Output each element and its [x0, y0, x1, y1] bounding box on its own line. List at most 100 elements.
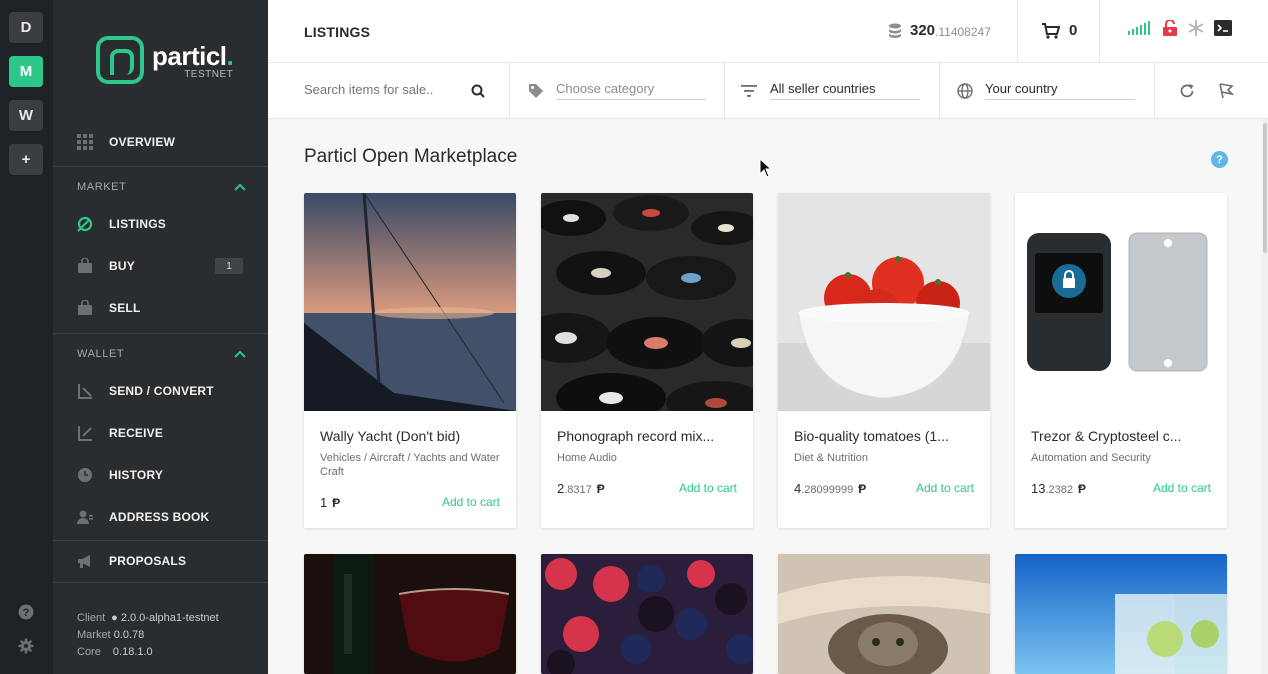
- your-country-filter[interactable]: Your country: [940, 63, 1155, 119]
- add-to-cart-button[interactable]: Add to cart: [916, 481, 974, 495]
- add-to-cart-button[interactable]: Add to cart: [679, 481, 737, 495]
- logo-name: particl: [152, 40, 227, 71]
- listing-image: [304, 193, 516, 411]
- listing-card[interactable]: Trezor & Cryptosteel c... Automation and…: [1015, 193, 1227, 528]
- signal-strength-icon[interactable]: [1128, 21, 1152, 35]
- status-icons: [1128, 20, 1232, 36]
- search-icon[interactable]: [471, 84, 485, 98]
- listing-card[interactable]: [304, 554, 516, 674]
- listing-image: [541, 193, 753, 411]
- listing-title[interactable]: Bio-quality tomatoes (1...: [794, 428, 980, 444]
- listing-card[interactable]: Wally Yacht (Don't bid) Vehicles / Aircr…: [304, 193, 516, 528]
- chevron-up-icon[interactable]: [233, 349, 247, 359]
- balance-integer: 320: [910, 22, 936, 39]
- add-wallet-button[interactable]: +: [9, 144, 43, 175]
- particl-logo: particl. TESTNET: [96, 36, 234, 84]
- bag-icon: [78, 300, 92, 315]
- listing-image: [778, 193, 990, 411]
- client-version: Client ● 2.0.0-alpha1-testnet: [77, 612, 219, 624]
- scroll-thumb[interactable]: [1263, 123, 1267, 253]
- listing-card[interactable]: [541, 554, 753, 674]
- category-placeholder: Choose category: [556, 81, 655, 96]
- sidebar-item-send[interactable]: SEND / CONVERT: [53, 371, 268, 411]
- grid-icon: [77, 134, 93, 150]
- scrollbar[interactable]: [1262, 119, 1268, 674]
- listing-card[interactable]: Bio-quality tomatoes (1... Diet & Nutrit…: [778, 193, 990, 528]
- console-icon[interactable]: [1214, 20, 1232, 36]
- wallet-switch-w[interactable]: W: [9, 100, 43, 131]
- listing-price: 1Ᵽ: [320, 495, 341, 510]
- sidebar-item-receive[interactable]: RECEIVE: [53, 413, 268, 453]
- unlocked-icon[interactable]: [1162, 20, 1178, 36]
- listing-title[interactable]: Trezor & Cryptosteel c...: [1031, 428, 1217, 444]
- seller-country-value: All seller countries: [770, 81, 876, 96]
- send-icon: [78, 384, 92, 399]
- divider: [53, 166, 268, 167]
- sidebar-item-label: ADDRESS BOOK: [109, 510, 210, 524]
- cart-button[interactable]: 0: [1042, 22, 1077, 39]
- help-icon[interactable]: ?: [1211, 151, 1228, 168]
- globe-icon: [957, 83, 973, 99]
- wallet-balance[interactable]: 320 .11408247: [888, 22, 991, 39]
- listing-card[interactable]: Phonograph record mix... Home Audio 2.83…: [541, 193, 753, 528]
- sidebar-item-label: OVERVIEW: [109, 135, 176, 149]
- sidebar-item-label: BUY: [109, 259, 135, 273]
- listing-category: Vehicles / Aircraft / Yachts and Water C…: [320, 452, 500, 478]
- search-field: [268, 63, 510, 119]
- settings-gear-icon[interactable]: [18, 638, 34, 654]
- sidebar-item-label: PROPOSALS: [109, 554, 187, 568]
- sidebar-item-label: SELL: [109, 301, 141, 315]
- listing-title[interactable]: Phonograph record mix...: [557, 428, 743, 444]
- sidebar-item-proposals[interactable]: PROPOSALS: [53, 541, 268, 581]
- listing-image: [1015, 193, 1227, 411]
- sidebar-item-listings[interactable]: LISTINGS: [53, 204, 268, 244]
- wallet-rail: D M W + ?: [0, 0, 53, 674]
- listing-price: 13.2382 Ᵽ: [1031, 481, 1087, 496]
- sidebar-item-label: HISTORY: [109, 468, 164, 482]
- bag-icon: [78, 258, 92, 273]
- market-version: Market 0.0.78: [77, 629, 145, 641]
- seller-country-filter[interactable]: All seller countries: [725, 63, 940, 119]
- add-to-cart-button[interactable]: Add to cart: [1153, 481, 1211, 495]
- your-country-value: Your country: [985, 81, 1058, 96]
- listing-image: [304, 554, 516, 674]
- divider: [53, 333, 268, 334]
- filter-bar: Choose category All seller countries You…: [268, 63, 1268, 119]
- flag-icon[interactable]: [1218, 83, 1234, 99]
- svg-text:?: ?: [23, 607, 30, 619]
- listing-category: Home Audio: [557, 452, 617, 464]
- sidebar-item-history[interactable]: HISTORY: [53, 455, 268, 495]
- tag-icon: [529, 84, 543, 98]
- listing-image: [541, 554, 753, 674]
- help-icon[interactable]: ?: [18, 604, 34, 620]
- wallet-section-header: WALLET: [77, 348, 125, 360]
- wallet-switch-d[interactable]: D: [9, 12, 43, 43]
- chevron-up-icon[interactable]: [233, 182, 247, 192]
- coins-icon: [889, 23, 901, 38]
- sidebar-item-overview[interactable]: OVERVIEW: [53, 122, 268, 162]
- marketplace-title: Particl Open Marketplace: [304, 146, 518, 167]
- category-filter[interactable]: Choose category: [510, 63, 725, 119]
- add-to-cart-button[interactable]: Add to cart: [442, 495, 500, 509]
- megaphone-icon: [78, 555, 90, 568]
- divider: [53, 582, 268, 583]
- market-section-header: MARKET: [77, 181, 127, 193]
- cart-count: 0: [1069, 22, 1078, 39]
- snowflake-icon[interactable]: [1188, 20, 1204, 36]
- contacts-icon: [77, 510, 93, 524]
- refresh-icon[interactable]: [1179, 83, 1195, 99]
- listing-card[interactable]: [778, 554, 990, 674]
- listing-card[interactable]: [1015, 554, 1227, 674]
- particl-logo-icon: [96, 36, 144, 84]
- cart-icon: [1042, 22, 1060, 39]
- receive-icon: [78, 426, 92, 441]
- sidebar-item-address-book[interactable]: ADDRESS BOOK: [53, 497, 268, 537]
- wallet-switch-m[interactable]: M: [9, 56, 43, 87]
- sidebar-item-label: SEND / CONVERT: [109, 384, 214, 398]
- listing-title[interactable]: Wally Yacht (Don't bid): [320, 428, 506, 444]
- sidebar-item-buy[interactable]: BUY 1: [53, 246, 268, 286]
- sidebar-item-sell[interactable]: SELL: [53, 288, 268, 328]
- filter-icon: [741, 85, 757, 97]
- leaf-icon: [77, 216, 93, 232]
- search-input[interactable]: [304, 82, 464, 97]
